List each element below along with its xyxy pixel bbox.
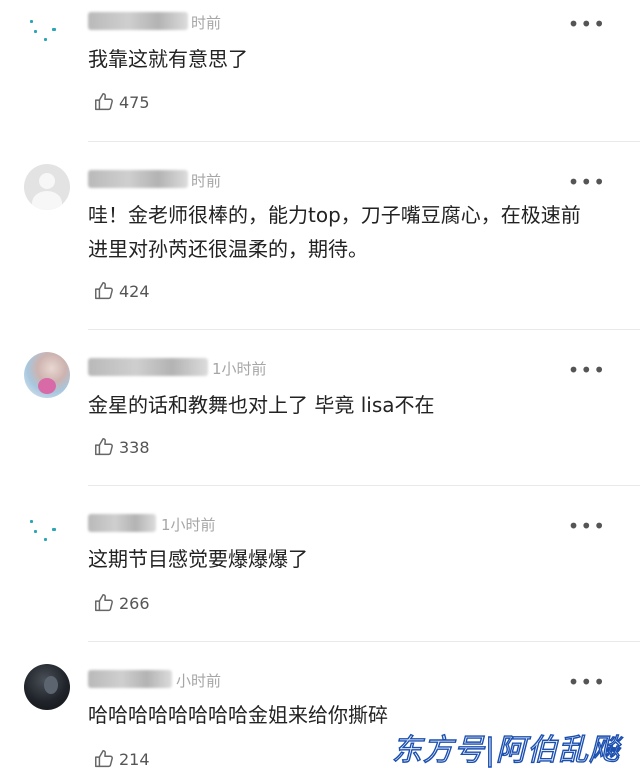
more-dots-icon[interactable]: ••• <box>568 14 606 34</box>
like-count: 338 <box>119 437 150 457</box>
username-redacted[interactable] <box>88 670 172 688</box>
comment-time: 1小时前 <box>212 360 267 378</box>
comment-text: 这期节目感觉要爆爆爆了 <box>88 547 308 571</box>
user-avatar[interactable] <box>24 8 70 54</box>
username-redacted[interactable] <box>88 12 188 30</box>
comment-time: 时前 <box>191 14 222 32</box>
comment-time: 小时前 <box>176 672 222 690</box>
thumbs-up-icon <box>95 93 113 111</box>
thumbs-up-icon <box>95 282 113 300</box>
thumbs-up-icon <box>95 750 113 768</box>
like-count: 424 <box>119 281 150 301</box>
comment-text: 我靠这就有意思了 <box>88 47 248 71</box>
thumbs-up-icon <box>95 438 113 456</box>
more-dots-icon[interactable]: ••• <box>568 172 606 192</box>
like-button[interactable]: 266 <box>93 592 150 614</box>
like-button[interactable]: 475 <box>93 91 150 113</box>
username-redacted[interactable] <box>88 170 188 188</box>
username-redacted[interactable] <box>88 514 156 532</box>
comment-item: 时前 ••• 哇！金老师很棒的，能力top，刀子嘴豆腐心，在极速前进里对孙芮还很… <box>0 142 640 330</box>
comment-time: 时前 <box>191 172 222 190</box>
comment-item: 1小时前 ••• 金星的话和教舞也对上了 毕竟 lisa不在 338 <box>0 330 640 486</box>
like-button[interactable]: 214 <box>93 748 150 768</box>
like-count: 475 <box>119 92 150 112</box>
more-dots-icon[interactable]: ••• <box>568 672 606 692</box>
comment-list-page: 时前 ••• 我靠这就有意思了 475 时前 ••• 哇！金老师很棒的，能力to… <box>0 0 640 768</box>
like-count: 214 <box>119 749 150 768</box>
like-button[interactable]: 424 <box>93 280 150 302</box>
comment-time: 1小时前 <box>161 516 216 534</box>
thumbs-up-icon <box>95 594 113 612</box>
more-dots-icon[interactable]: ••• <box>568 360 606 380</box>
comment-text: 哈哈哈哈哈哈哈哈金姐来给你撕碎 <box>88 703 388 727</box>
comment-item: 时前 ••• 我靠这就有意思了 475 <box>0 0 640 142</box>
comment-item: 1小时前 ••• 这期节目感觉要爆爆爆了 266 <box>0 486 640 642</box>
username-redacted[interactable] <box>88 358 208 376</box>
user-avatar[interactable] <box>24 164 70 210</box>
user-avatar[interactable] <box>24 664 70 710</box>
more-dots-icon[interactable]: ••• <box>568 516 606 536</box>
comment-text: 金星的话和教舞也对上了 毕竟 lisa不在 <box>88 393 435 417</box>
like-button[interactable]: 338 <box>93 436 150 458</box>
user-avatar[interactable] <box>24 352 70 398</box>
like-count: 266 <box>119 593 150 613</box>
comment-text: 哇！金老师很棒的，能力top，刀子嘴豆腐心，在极速前进里对孙芮还很温柔的，期待。 <box>88 203 581 261</box>
user-avatar[interactable] <box>24 508 70 554</box>
watermark: 东方号|阿伯乱飚 <box>391 733 620 768</box>
